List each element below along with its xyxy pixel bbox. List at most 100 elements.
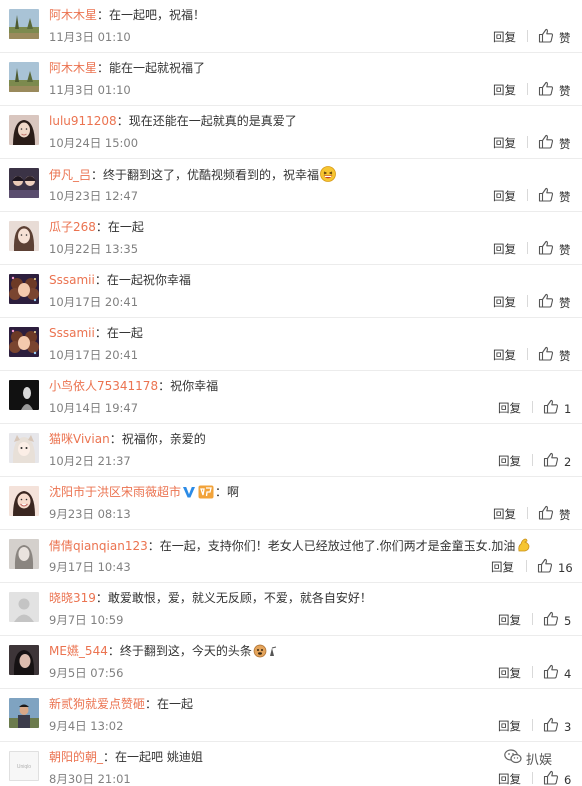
- like-button[interactable]: 4: [532, 664, 572, 683]
- reply-button[interactable]: 回复: [498, 718, 521, 734]
- reply-button[interactable]: 回复: [498, 665, 521, 681]
- like-button[interactable]: 6: [532, 770, 572, 786]
- reply-button[interactable]: 回复: [498, 400, 521, 416]
- reply-button[interactable]: 回复: [493, 188, 516, 204]
- like-button[interactable]: 5: [532, 611, 572, 630]
- reply-button[interactable]: 回复: [498, 771, 521, 786]
- reply-button[interactable]: 回复: [493, 135, 516, 151]
- reply-button[interactable]: 回复: [491, 559, 514, 575]
- thumbs-up-icon: [538, 28, 559, 47]
- username-link[interactable]: 晓晓319: [49, 591, 96, 605]
- comment-row: 伊凡_吕：终于翻到这了，优酷视频看到的，祝幸福 10月23日 12:47 回复 赞: [0, 159, 582, 212]
- svg-text:Uniqlo: Uniqlo: [17, 764, 31, 770]
- colon: ：: [116, 114, 129, 128]
- username-link[interactable]: 新贰狗就爱点赞砸: [49, 697, 145, 711]
- like-count: 2: [564, 454, 572, 469]
- comment-line: Sssamii：在一起: [49, 325, 574, 342]
- comment-text: 在一起: [157, 697, 194, 711]
- avatar[interactable]: [9, 486, 39, 516]
- strong-arm-emoji: [516, 537, 532, 558]
- username-link[interactable]: 阿木木星: [49, 61, 97, 75]
- comment-time: 10月14日 19:47: [49, 401, 139, 415]
- reply-button[interactable]: 回复: [498, 612, 521, 628]
- comment-time: 10月22日 13:35: [49, 242, 139, 256]
- thumbs-up-icon: [538, 293, 559, 312]
- reply-button[interactable]: 回复: [493, 506, 516, 522]
- colon: ：: [107, 644, 120, 658]
- like-button[interactable]: 赞: [527, 187, 571, 206]
- avatar[interactable]: [9, 168, 39, 198]
- colon: ：: [215, 485, 228, 499]
- avatar[interactable]: [9, 380, 39, 410]
- username-link[interactable]: Sssamii: [49, 273, 95, 287]
- comment-row: Uniqlo 朝阳的朝_：在一起吧 姚迪姐 8月30日 21:01 回复 6: [0, 742, 582, 786]
- reply-button[interactable]: 回复: [493, 241, 516, 257]
- like-button[interactable]: 3: [532, 717, 572, 736]
- comment-row: 小鸟依人75341178：祝你幸福 10月14日 19:47 回复 1: [0, 371, 582, 424]
- thumbs-up-icon: [543, 611, 564, 630]
- avatar[interactable]: [9, 645, 39, 675]
- username-link[interactable]: 沈阳市于洪区宋雨薇超市: [49, 485, 181, 499]
- like-button[interactable]: 赞: [527, 28, 571, 47]
- avatar[interactable]: [9, 327, 39, 357]
- avatar[interactable]: Uniqlo: [9, 751, 39, 781]
- avatar[interactable]: [9, 221, 39, 251]
- thumbs-up-icon: [538, 134, 559, 153]
- comment-text: 祝你幸福: [170, 379, 219, 393]
- colon: ：: [158, 379, 171, 393]
- like-button[interactable]: 赞: [527, 505, 571, 524]
- like-button[interactable]: 16: [526, 558, 573, 577]
- comment-text: 终于翻到这，今天的头条: [119, 644, 252, 658]
- like-button[interactable]: 赞: [527, 346, 571, 365]
- reply-button[interactable]: 回复: [493, 82, 516, 98]
- like-count: 4: [564, 666, 572, 681]
- comment-line: 小鸟依人75341178：祝你幸福: [49, 378, 574, 395]
- like-count: 3: [564, 719, 572, 734]
- like-count: 5: [564, 613, 572, 628]
- reply-button[interactable]: 回复: [493, 294, 516, 310]
- comment-row: 瓜子268：在一起 10月22日 13:35 回复 赞: [0, 212, 582, 265]
- username-link[interactable]: 朝阳的朝_: [49, 750, 103, 764]
- avatar[interactable]: [9, 592, 39, 622]
- username-link[interactable]: ME嬿_544: [49, 644, 108, 658]
- comment-text: 敢爱敢恨，爱，就义无反顾，不爱，就各自安好！: [107, 591, 372, 605]
- username-link[interactable]: 倩倩qianqian123: [49, 539, 148, 553]
- avatar[interactable]: [9, 274, 39, 304]
- avatar[interactable]: [9, 698, 39, 728]
- comment-line: 倩倩qianqian123：在一起，支持你们！老女人已经放过他了.你们两才是金童…: [49, 537, 574, 558]
- username-link[interactable]: 阿木木星: [49, 8, 97, 22]
- like-button[interactable]: 2: [532, 452, 572, 471]
- comment-text: 在一起吧 姚迪姐: [115, 750, 203, 764]
- comment-time: 9月17日 10:43: [49, 560, 131, 574]
- like-count: 6: [564, 772, 572, 786]
- username-link[interactable]: 伊凡_吕: [49, 168, 91, 182]
- username-link[interactable]: 瓜子268: [49, 220, 96, 234]
- comment-time: 10月17日 20:41: [49, 295, 139, 309]
- member-badge-icon[interactable]: [198, 485, 214, 504]
- avatar[interactable]: [9, 62, 39, 92]
- colon: ：: [145, 697, 158, 711]
- avatar[interactable]: [9, 9, 39, 39]
- reply-button[interactable]: 回复: [493, 347, 516, 363]
- username-link[interactable]: Sssamii: [49, 326, 95, 340]
- verified-v-icon[interactable]: [182, 485, 196, 504]
- comment-row: 晓晓319：敢爱敢恨，爱，就义无反顾，不爱，就各自安好！ 9月7日 10:59 回复…: [0, 583, 582, 636]
- username-link[interactable]: lulu911208: [49, 114, 117, 128]
- avatar[interactable]: [9, 115, 39, 145]
- reply-button[interactable]: 回复: [493, 29, 516, 45]
- username-link[interactable]: 小鸟依人75341178: [49, 379, 158, 393]
- username-link[interactable]: 猫咪Vivian: [49, 432, 110, 446]
- reply-button[interactable]: 回复: [498, 453, 521, 469]
- like-button[interactable]: 赞: [527, 293, 571, 312]
- like-button[interactable]: 赞: [527, 240, 571, 259]
- like-button[interactable]: 1: [532, 399, 572, 418]
- like-count: 16: [558, 560, 573, 575]
- like-count: 1: [564, 401, 572, 416]
- comment-text: 能在一起就祝福了: [109, 61, 206, 75]
- comment-line: 猫咪Vivian：祝福你，亲爱的: [49, 431, 574, 448]
- like-button[interactable]: 赞: [527, 134, 571, 153]
- avatar[interactable]: [9, 433, 39, 463]
- like-button[interactable]: 赞: [527, 81, 571, 100]
- colon: ：: [91, 168, 104, 182]
- avatar[interactable]: [9, 539, 39, 569]
